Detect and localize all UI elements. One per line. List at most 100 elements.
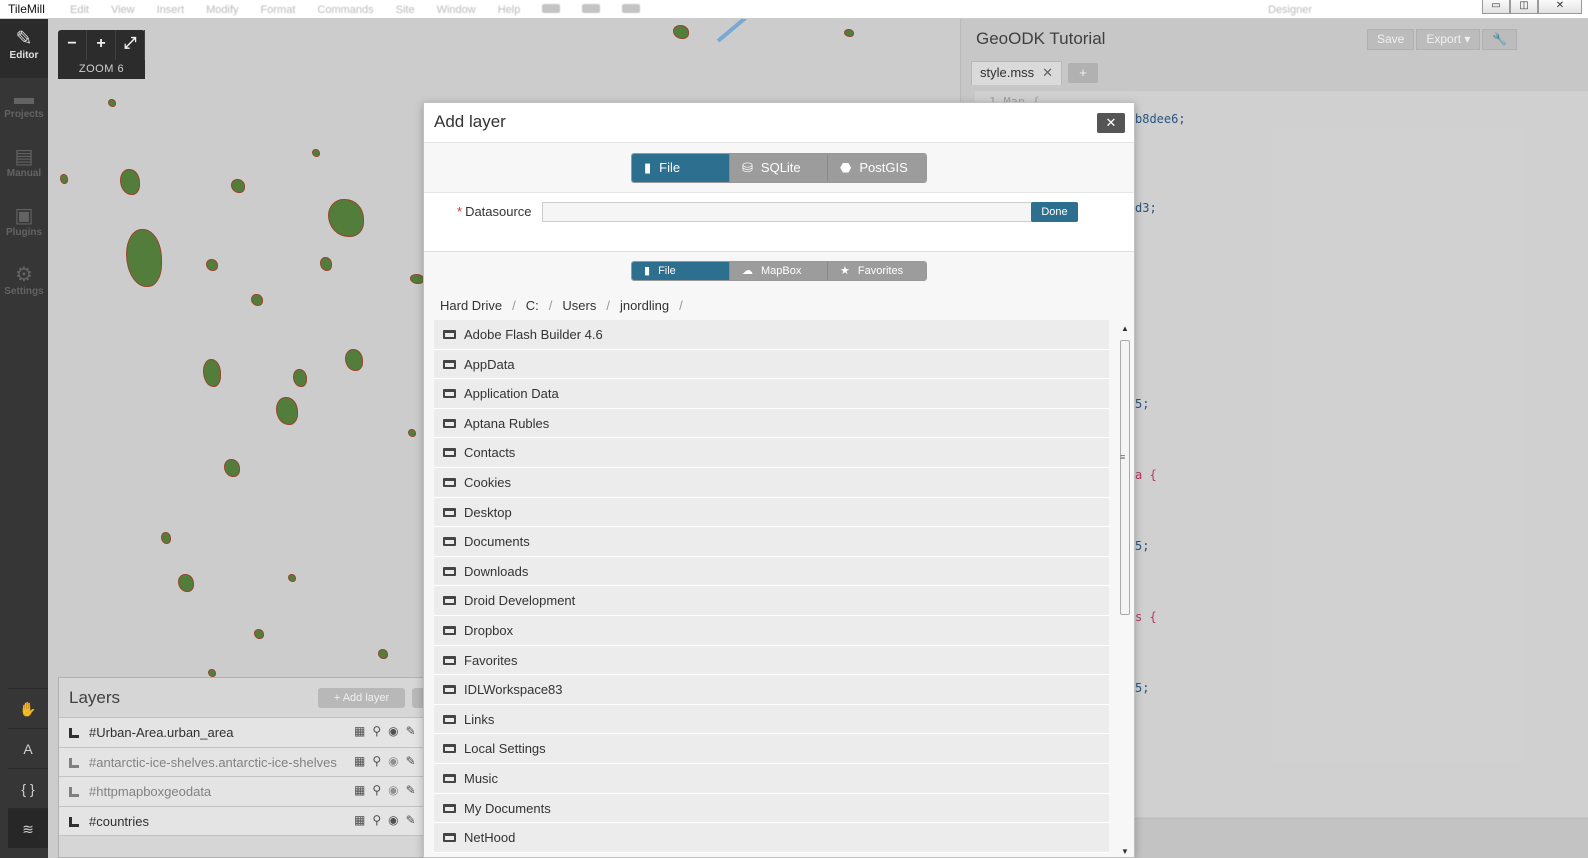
workspace-switcher[interactable]: Designer	[1268, 4, 1312, 16]
scroll-down-icon[interactable]: ▼	[1116, 845, 1134, 857]
folder-name: Dropbox	[464, 622, 514, 638]
list-item[interactable]: Local Settings	[434, 734, 1109, 764]
tab-browse-mapbox[interactable]: ☁ MapBox	[730, 262, 828, 280]
breadcrumb-separator: /	[606, 298, 610, 313]
list-item[interactable]: Desktop	[434, 497, 1109, 528]
folder-icon	[443, 477, 456, 487]
folder-icon	[443, 507, 456, 517]
dialog-header: Add layer ✕	[424, 103, 1134, 143]
datasource-input[interactable]	[542, 202, 1032, 222]
menu-view[interactable]: View	[111, 4, 135, 16]
folder-name: Local Settings	[464, 741, 546, 757]
menu-site[interactable]: Site	[396, 4, 415, 16]
menu-format[interactable]: Format	[261, 4, 296, 16]
folder-icon	[443, 330, 456, 339]
tab-browse-favorites[interactable]: ★ Favorites	[828, 262, 926, 280]
list-item[interactable]: Favorites	[434, 645, 1109, 676]
tab-sqlite[interactable]: ⛁ SQLite	[730, 154, 828, 182]
folder-name: Application Data	[464, 386, 559, 402]
folder-icon	[443, 389, 456, 399]
done-button[interactable]: Done	[1031, 202, 1078, 222]
menu-bar: Edit View Insert Modify Format Commands …	[70, 4, 641, 16]
folder-icon	[443, 833, 456, 843]
menu-window[interactable]: Window	[437, 4, 476, 16]
datasource-row: * Datasource Done	[424, 192, 1134, 252]
required-marker: *	[457, 204, 463, 219]
scroll-up-icon[interactable]: ▲	[1116, 322, 1134, 336]
folder-list: Adobe Flash Builder 4.6 AppData Applicat…	[434, 320, 1109, 857]
app-name: TileMill	[8, 2, 45, 16]
title-bar: TileMill Edit View Insert Modify Format …	[0, 0, 1588, 19]
minimize-button[interactable]: ▭	[1482, 0, 1510, 14]
folder-icon	[443, 359, 456, 369]
list-item[interactable]: Application Data	[434, 379, 1109, 409]
add-layer-dialog: Add layer ✕ ▮ File ⛁ SQLite ⬣ PostGIS * Data…	[423, 102, 1135, 858]
breadcrumb-separator: /	[512, 298, 516, 313]
folder-icon	[443, 714, 456, 724]
breadcrumb-separator: /	[548, 298, 553, 313]
menu-modify[interactable]: Modify	[206, 4, 238, 16]
folder-icon	[443, 803, 456, 813]
database-icon: ⛁	[742, 160, 753, 175]
list-item[interactable]: Downloads	[434, 556, 1109, 587]
breadcrumb-item[interactable]: Hard Drive	[440, 298, 502, 313]
folder-icon	[443, 448, 456, 458]
tab-label: SQLite	[760, 160, 801, 175]
toolbar-tool-3[interactable]	[622, 4, 641, 13]
list-item[interactable]: NetHood	[434, 823, 1109, 853]
list-item[interactable]: Documents	[434, 527, 1109, 557]
toolbar-tool-1[interactable]	[542, 4, 561, 13]
folder-name: Links	[464, 711, 495, 727]
menu-commands[interactable]: Commands	[317, 4, 373, 16]
breadcrumb-item[interactable]: jnordling	[620, 298, 669, 313]
browse-source-tabs: ▮ File ☁ MapBox ★ Favorites	[631, 261, 927, 281]
toolbar-tool-2[interactable]	[582, 4, 601, 13]
breadcrumb: Hard Drive / C: / Users / jnordling /	[440, 298, 693, 313]
menu-help[interactable]: Help	[498, 4, 521, 16]
scrollbar-grip-icon: ≡	[1120, 452, 1126, 462]
breadcrumb-item[interactable]: C:	[526, 298, 539, 313]
folder-icon	[443, 685, 456, 695]
file-icon: ▮	[644, 265, 651, 277]
folder-name: Contacts	[464, 445, 516, 461]
folder-icon	[443, 596, 456, 606]
folder-name: Aptana Rubles	[464, 415, 550, 431]
list-item[interactable]: Droid Development	[434, 586, 1109, 616]
list-item[interactable]: My Documents	[434, 793, 1109, 824]
maximize-button[interactable]: ◫	[1510, 0, 1538, 14]
folder-icon	[443, 566, 456, 576]
list-item[interactable]: Cookies	[434, 467, 1109, 498]
list-item[interactable]: Dropbox	[434, 615, 1109, 646]
folder-list-scrollbar[interactable]: ▲ ≡ ▼	[1116, 322, 1134, 857]
folder-icon	[443, 655, 456, 665]
tab-postgis[interactable]: ⬣ PostGIS	[828, 154, 926, 182]
list-item[interactable]: Links	[434, 704, 1109, 735]
folder-name: Cookies	[464, 474, 511, 490]
close-window-button[interactable]: ✕	[1538, 0, 1582, 14]
cloud-icon: ☁	[742, 265, 753, 277]
folder-name: Favorites	[464, 652, 518, 668]
menu-insert[interactable]: Insert	[157, 4, 185, 16]
list-item[interactable]: AppData	[434, 349, 1109, 380]
tab-label: File	[658, 265, 676, 277]
folder-icon	[443, 744, 456, 754]
folder-name: Desktop	[464, 504, 512, 520]
tab-browse-file[interactable]: ▮ File	[632, 262, 730, 280]
menu-edit[interactable]: Edit	[70, 4, 89, 16]
folder-name: Adobe Flash Builder 4.6	[464, 327, 603, 342]
list-item[interactable]: Contacts	[434, 438, 1109, 468]
scrollbar-thumb[interactable]	[1120, 340, 1130, 615]
folder-icon	[443, 418, 456, 428]
tab-file[interactable]: ▮ File	[632, 154, 730, 182]
list-item[interactable]: Aptana Rubles	[434, 408, 1109, 439]
list-item[interactable]: Adobe Flash Builder 4.6	[434, 320, 1109, 350]
breadcrumb-item[interactable]: Users	[562, 298, 596, 313]
close-icon[interactable]: ✕	[1097, 113, 1125, 133]
folder-icon	[443, 773, 456, 783]
folder-name: My Documents	[464, 800, 551, 816]
folder-icon	[443, 537, 456, 547]
file-icon: ▮	[644, 160, 652, 175]
list-item[interactable]: IDLWorkspace83	[434, 675, 1109, 705]
tab-label: MapBox	[761, 265, 802, 277]
list-item[interactable]: Music	[434, 763, 1109, 794]
